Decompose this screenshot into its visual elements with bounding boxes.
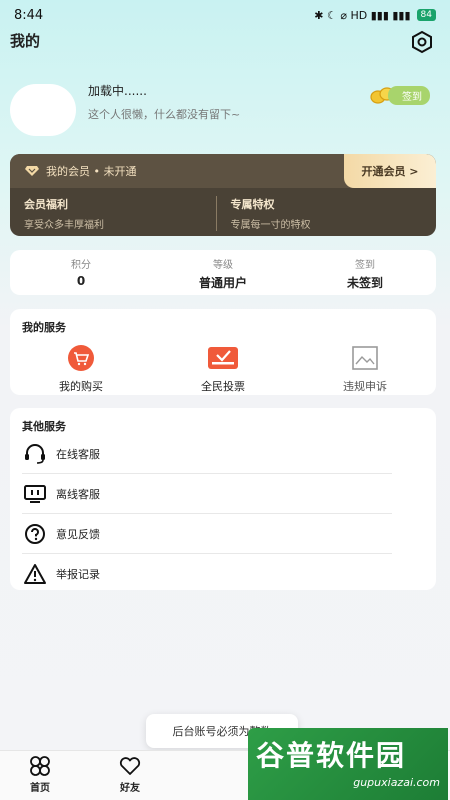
vip-benefits: 会员福利 享受众多丰厚福利 专属特权 专属每一寸的特权 <box>10 188 436 231</box>
vip-benefit: 专属特权 专属每一寸的特权 <box>215 196 423 231</box>
stat-label: 签到 <box>355 260 375 271</box>
home-icon <box>30 756 50 776</box>
cart-icon <box>68 345 94 371</box>
signin-label: 签到 <box>388 85 430 105</box>
menu-label: 意见反馈 <box>56 527 100 541</box>
stat-level[interactable]: 等级 普通用户 <box>152 250 294 295</box>
section-title: 其他服务 <box>22 420 66 433</box>
service-label: 我的购买 <box>59 380 103 393</box>
service-label: 违规申诉 <box>343 380 387 393</box>
my-services-card: 我的服务 我的购买 全民投票 违规申诉 <box>10 309 436 395</box>
stat-signin[interactable]: 签到 未签到 <box>294 250 436 295</box>
status-icons: ✱ ☾ ⌀ HD ▮▮▮ ▮▮▮ 84 <box>314 9 436 22</box>
vote-icon <box>208 347 238 369</box>
vip-benefit-desc: 专属每一寸的特权 <box>230 220 311 231</box>
menu-item-online-support[interactable]: 在线客服 <box>22 434 392 474</box>
settings-icon <box>412 30 432 54</box>
vip-benefit-title: 会员福利 <box>24 198 68 211</box>
menu-list: 在线客服 离线客服 意见反馈 举报记录 <box>10 434 436 594</box>
vip-open-button[interactable]: 开通会员 > <box>344 154 436 188</box>
status-indicators: ✱ ☾ ⌀ HD ▮▮▮ ▮▮▮ <box>314 8 411 22</box>
menu-label: 在线客服 <box>56 447 100 461</box>
services-row: 我的购买 全民投票 违规申诉 <box>10 345 436 394</box>
section-title: 我的服务 <box>22 321 66 334</box>
settings-button[interactable] <box>408 28 436 56</box>
menu-item-feedback[interactable]: 意见反馈 <box>22 514 392 554</box>
service-label: 全民投票 <box>201 380 245 393</box>
service-purchases[interactable]: 我的购买 <box>10 345 152 394</box>
other-services-card: 其他服务 在线客服 离线客服 意见反馈 举报记录 <box>10 408 436 590</box>
heart-icon <box>119 757 141 775</box>
stats-card: 积分 0 等级 普通用户 签到 未签到 <box>10 250 436 295</box>
menu-label: 离线客服 <box>56 487 100 501</box>
vip-status: 我的会员 • 未开通 <box>46 165 137 178</box>
headset-icon <box>22 441 48 467</box>
avatar[interactable] <box>10 84 76 136</box>
watermark-logo: 谷普软件园 gupuxiazai.com <box>248 728 448 800</box>
image-icon <box>352 346 378 370</box>
diamond-icon <box>25 166 39 176</box>
tab-home[interactable]: 首页 <box>10 755 70 794</box>
vip-benefit-desc: 享受众多丰厚福利 <box>24 220 104 231</box>
watermark-cn: 谷普软件园 <box>256 739 407 772</box>
vip-card[interactable]: 我的会员 • 未开通 开通会员 > 会员福利 享受众多丰厚福利 专属特权 专属每… <box>10 154 436 236</box>
stat-points[interactable]: 积分 0 <box>10 250 152 295</box>
monitor-icon <box>22 481 48 507</box>
service-appeal[interactable]: 违规申诉 <box>294 345 436 394</box>
stat-value: 未签到 <box>346 276 383 290</box>
warning-icon <box>22 561 48 587</box>
stat-label: 等级 <box>213 260 233 271</box>
signin-button[interactable]: 签到 <box>370 85 430 105</box>
service-vote[interactable]: 全民投票 <box>152 345 294 394</box>
menu-item-report-records[interactable]: 举报记录 <box>22 554 392 594</box>
vip-benefit-title: 专属特权 <box>230 198 275 211</box>
vip-benefit: 会员福利 享受众多丰厚福利 <box>24 196 216 231</box>
stat-value: 普通用户 <box>198 276 247 290</box>
question-icon <box>22 521 48 547</box>
stat-value: 0 <box>76 274 86 288</box>
tab-label: 好友 <box>120 783 140 794</box>
battery-icon: 84 <box>416 9 436 21</box>
watermark-en: gupuxiazai.com <box>353 776 440 789</box>
tab-label: 首页 <box>30 783 50 794</box>
profile-name: 加载中...... <box>88 84 147 98</box>
stat-label: 积分 <box>71 260 91 271</box>
menu-label: 举报记录 <box>56 568 100 581</box>
profile-signature: 这个人很懒，什么都没有留下~ <box>88 108 241 121</box>
tab-friends[interactable]: 好友 <box>100 755 160 794</box>
status-time: 8:44 <box>14 7 44 23</box>
page-title: 我的 <box>10 32 41 50</box>
status-bar: 8:44 ✱ ☾ ⌀ HD ▮▮▮ ▮▮▮ 84 <box>0 0 450 30</box>
menu-item-offline-support[interactable]: 离线客服 <box>22 474 392 514</box>
